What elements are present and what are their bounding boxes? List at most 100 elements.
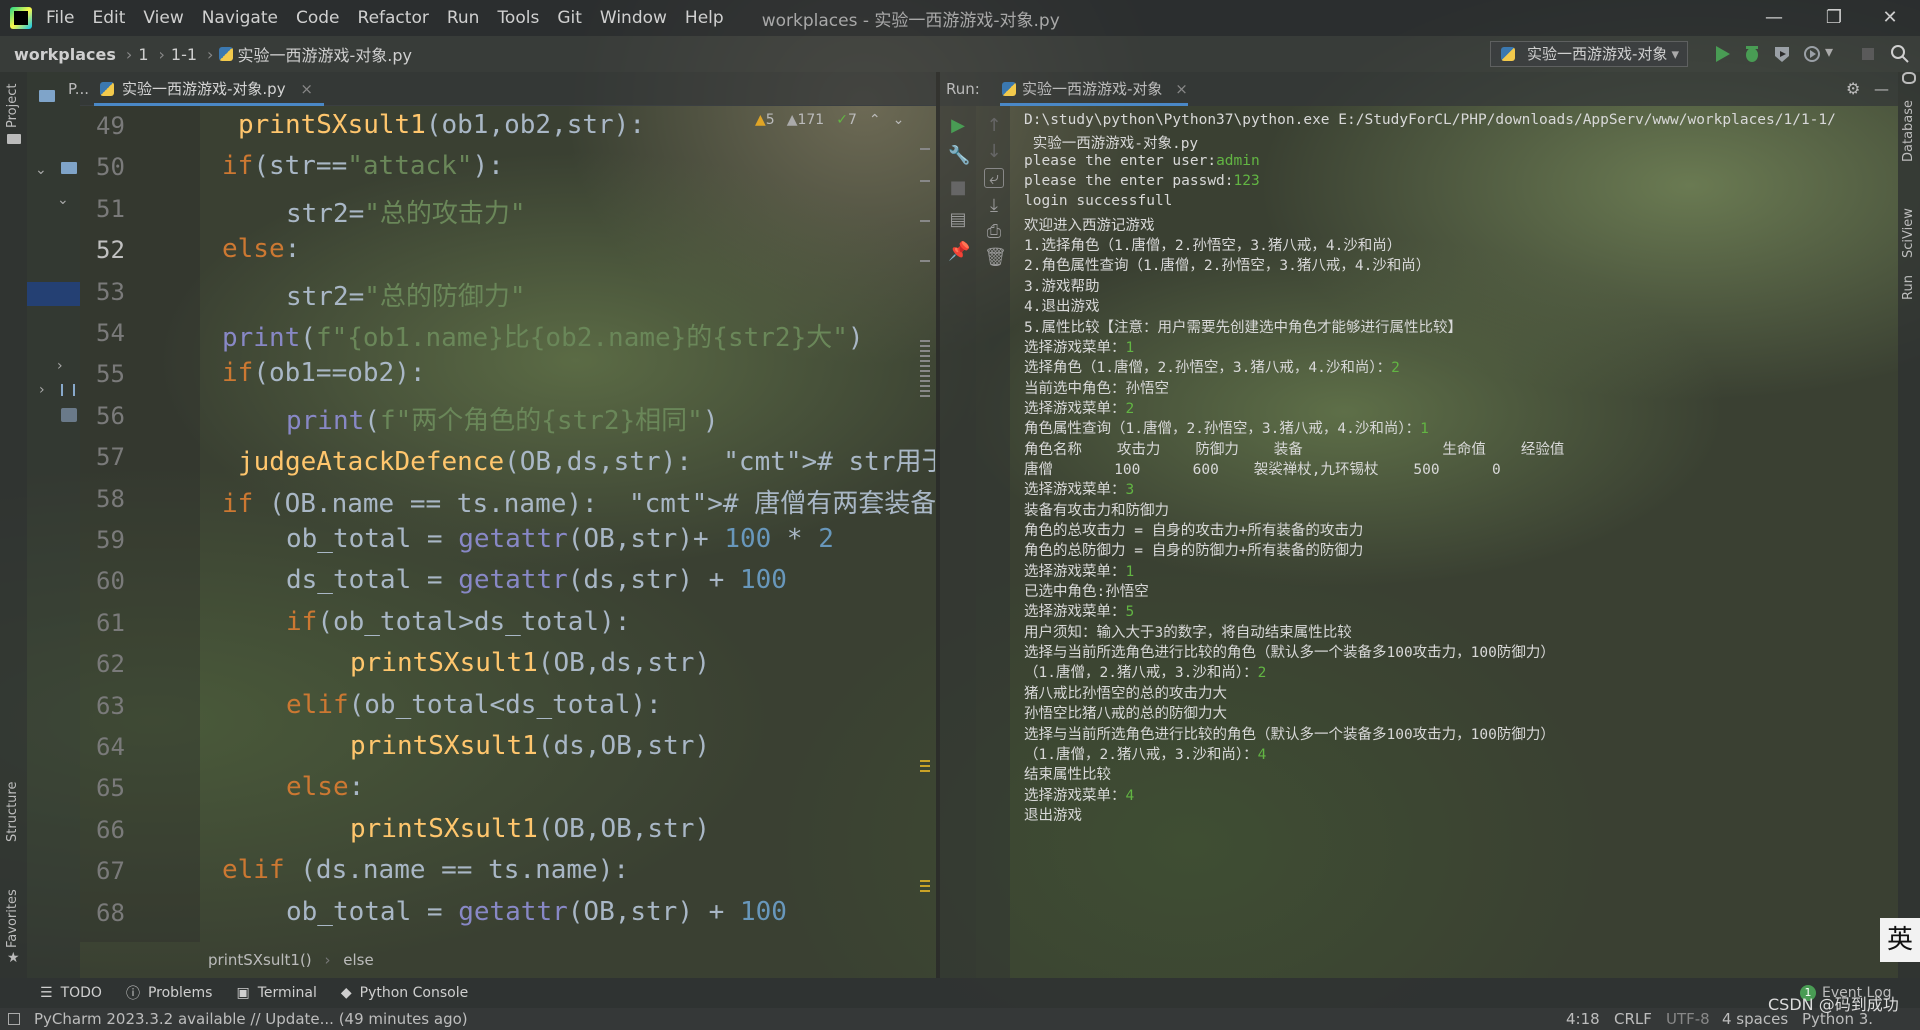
layout-icon[interactable]: ▤ bbox=[948, 210, 968, 230]
code-line[interactable]: judgeAtackDefence(OB,ds,str): "cmt"># st… bbox=[238, 441, 935, 478]
debug-icon[interactable] bbox=[1742, 44, 1762, 64]
line-number[interactable]: 59 bbox=[96, 526, 146, 554]
selected-tree-row[interactable] bbox=[27, 282, 80, 306]
settings-gear-icon[interactable]: ⚙ bbox=[1846, 72, 1860, 106]
breadcrumb-folder-1-1[interactable]: 1-1 bbox=[171, 45, 197, 64]
database-tool-button[interactable]: Database bbox=[1901, 100, 1916, 162]
ime-indicator[interactable]: 英 bbox=[1880, 918, 1920, 962]
stop-icon[interactable]: ■ bbox=[948, 178, 968, 198]
line-separator[interactable]: CRLF bbox=[1614, 1008, 1652, 1030]
chevron-down-icon[interactable]: ⌄ bbox=[35, 162, 47, 178]
line-number[interactable]: 56 bbox=[96, 402, 146, 430]
structure-tool-button[interactable]: Structure bbox=[5, 782, 20, 842]
menu-code[interactable]: Code bbox=[296, 8, 340, 28]
line-number[interactable]: 65 bbox=[96, 774, 146, 802]
line-number[interactable]: 62 bbox=[96, 650, 146, 678]
folder-icon[interactable] bbox=[61, 162, 77, 174]
code-line[interactable]: if(ob1==ob2): bbox=[222, 358, 426, 388]
scratches-icon[interactable] bbox=[61, 408, 77, 422]
code-line[interactable]: else: bbox=[286, 772, 364, 802]
code-line[interactable]: if(str=="attack"): bbox=[222, 151, 504, 181]
line-number[interactable]: 55 bbox=[96, 360, 146, 388]
coverage-icon[interactable] bbox=[1772, 44, 1792, 64]
external-libraries-icon[interactable] bbox=[61, 384, 75, 396]
breadcrumb-folder-1[interactable]: 1 bbox=[138, 45, 148, 64]
pin-icon[interactable]: 📌 bbox=[948, 242, 970, 262]
status-square-icon[interactable] bbox=[8, 1013, 20, 1025]
menu-git[interactable]: Git bbox=[557, 8, 582, 28]
favorites-tool-button[interactable]: Favorites bbox=[5, 889, 20, 948]
code-line[interactable]: str2="总的攻击力" bbox=[286, 193, 526, 230]
code-line[interactable]: print(f"两个角色的{str2}相同") bbox=[286, 400, 718, 437]
menu-edit[interactable]: Edit bbox=[92, 8, 125, 28]
code-line[interactable]: if (OB.name == ts.name): "cmt"># 唐僧有两套装备 bbox=[222, 483, 935, 520]
arrow-down-icon[interactable]: ↓ bbox=[984, 142, 1004, 162]
run-tab[interactable]: 实验一西游游戏-对象 × bbox=[1000, 72, 1188, 106]
file-encoding[interactable]: UTF-8 bbox=[1666, 1008, 1710, 1030]
line-number[interactable]: 66 bbox=[96, 816, 146, 844]
code-line[interactable]: if(ob_total>ds_total): bbox=[286, 607, 630, 637]
code-line[interactable]: printSXsult1(ds,OB,str) bbox=[350, 731, 710, 761]
wrench-icon[interactable]: 🔧 bbox=[948, 146, 970, 166]
code-line[interactable]: printSXsult1(OB,ds,str) bbox=[350, 648, 710, 678]
trash-icon[interactable]: 🗑 bbox=[984, 248, 1007, 268]
tab-current-file[interactable]: 实验一西游游戏-对象.py × bbox=[94, 72, 324, 106]
menu-tools[interactable]: Tools bbox=[497, 8, 539, 28]
restore-icon[interactable]: ❐ bbox=[1804, 0, 1864, 36]
line-number[interactable]: 54 bbox=[96, 319, 146, 347]
code-line[interactable]: str2="总的防御力" bbox=[286, 276, 526, 313]
stop-icon[interactable] bbox=[1858, 44, 1878, 64]
menu-file[interactable]: File bbox=[46, 8, 74, 28]
run-icon[interactable] bbox=[1712, 44, 1732, 64]
line-number[interactable]: 63 bbox=[96, 692, 146, 720]
caret-position[interactable]: 4:18 bbox=[1566, 1008, 1600, 1030]
line-number[interactable]: 68 bbox=[96, 899, 146, 927]
more-run-options-icon[interactable]: ▾ bbox=[1825, 42, 1833, 61]
problems-tab[interactable]: ⓘ Problems bbox=[126, 983, 213, 1003]
sciview-tool-button[interactable]: SciView bbox=[1901, 208, 1916, 258]
breadcrumb-function[interactable]: printSXsult1() bbox=[208, 951, 312, 969]
code-line[interactable]: else: bbox=[222, 234, 300, 264]
menu-view[interactable]: View bbox=[143, 8, 183, 28]
code-editor[interactable]: printSXsult1(ob1,ob2,str): if(str=="attac… bbox=[200, 106, 935, 942]
python-console-tab[interactable]: ◆ Python Console bbox=[341, 985, 468, 1001]
chevron-down-icon[interactable]: ⌄ bbox=[57, 192, 69, 208]
code-line[interactable]: ob_total = getattr(OB,str) + 100 bbox=[286, 897, 787, 927]
console-output[interactable]: D:\study\python\Python37\python.exe E:/S… bbox=[1010, 106, 1885, 978]
code-line[interactable]: ds_total = getattr(ds,str) + 100 bbox=[286, 565, 787, 595]
terminal-tab[interactable]: ▣ Terminal bbox=[236, 985, 316, 1001]
update-notification[interactable]: PyCharm 2023.3.2 available // Update... … bbox=[34, 1008, 468, 1030]
line-number[interactable]: 53 bbox=[96, 278, 146, 306]
line-number[interactable]: 49 bbox=[96, 112, 146, 140]
line-number[interactable]: 60 bbox=[96, 567, 146, 595]
line-number[interactable]: 50 bbox=[96, 153, 146, 181]
chevron-right-icon[interactable]: › bbox=[39, 382, 45, 398]
menu-help[interactable]: Help bbox=[685, 8, 724, 28]
breadcrumb-project[interactable]: workplaces bbox=[14, 45, 116, 64]
menu-window[interactable]: Window bbox=[600, 8, 667, 28]
line-number[interactable]: 52 bbox=[96, 236, 146, 264]
code-line[interactable]: print(f"{ob1.name}比{ob2.name}的{str2}大") bbox=[222, 317, 864, 354]
line-number[interactable]: 61 bbox=[96, 609, 146, 637]
breadcrumb-block[interactable]: else bbox=[343, 951, 373, 969]
project-tool-button[interactable]: Project bbox=[5, 84, 20, 128]
code-line[interactable]: elif(ob_total<ds_total): bbox=[286, 690, 662, 720]
run-tool-button[interactable]: Run bbox=[1901, 275, 1916, 300]
menu-refactor[interactable]: Refactor bbox=[358, 8, 429, 28]
profile-icon[interactable] bbox=[1802, 44, 1822, 64]
line-number[interactable]: 58 bbox=[96, 485, 146, 513]
run-configuration-select[interactable]: 实验一西游游戏-对象 ▾ bbox=[1490, 41, 1688, 67]
editor-scrollbar[interactable] bbox=[918, 140, 932, 920]
menu-navigate[interactable]: Navigate bbox=[202, 8, 278, 28]
line-number[interactable]: 67 bbox=[96, 857, 146, 885]
todo-tab[interactable]: ☰ TODO bbox=[40, 985, 102, 1001]
code-line[interactable]: elif (ds.name == ts.name): bbox=[222, 855, 629, 885]
minimize-icon[interactable]: — bbox=[1744, 0, 1804, 36]
breadcrumb-file[interactable]: 实验一西游游戏-对象.py bbox=[237, 42, 412, 66]
chevron-right-icon[interactable]: › bbox=[57, 358, 63, 374]
line-number[interactable]: 64 bbox=[96, 733, 146, 761]
scroll-to-end-icon[interactable]: ⤓ bbox=[984, 196, 1004, 216]
close-tab-icon[interactable]: × bbox=[300, 80, 313, 98]
code-line[interactable]: printSXsult1(ob1,ob2,str): bbox=[238, 110, 645, 140]
code-line[interactable]: printSXsult1(OB,OB,str) bbox=[350, 814, 710, 844]
